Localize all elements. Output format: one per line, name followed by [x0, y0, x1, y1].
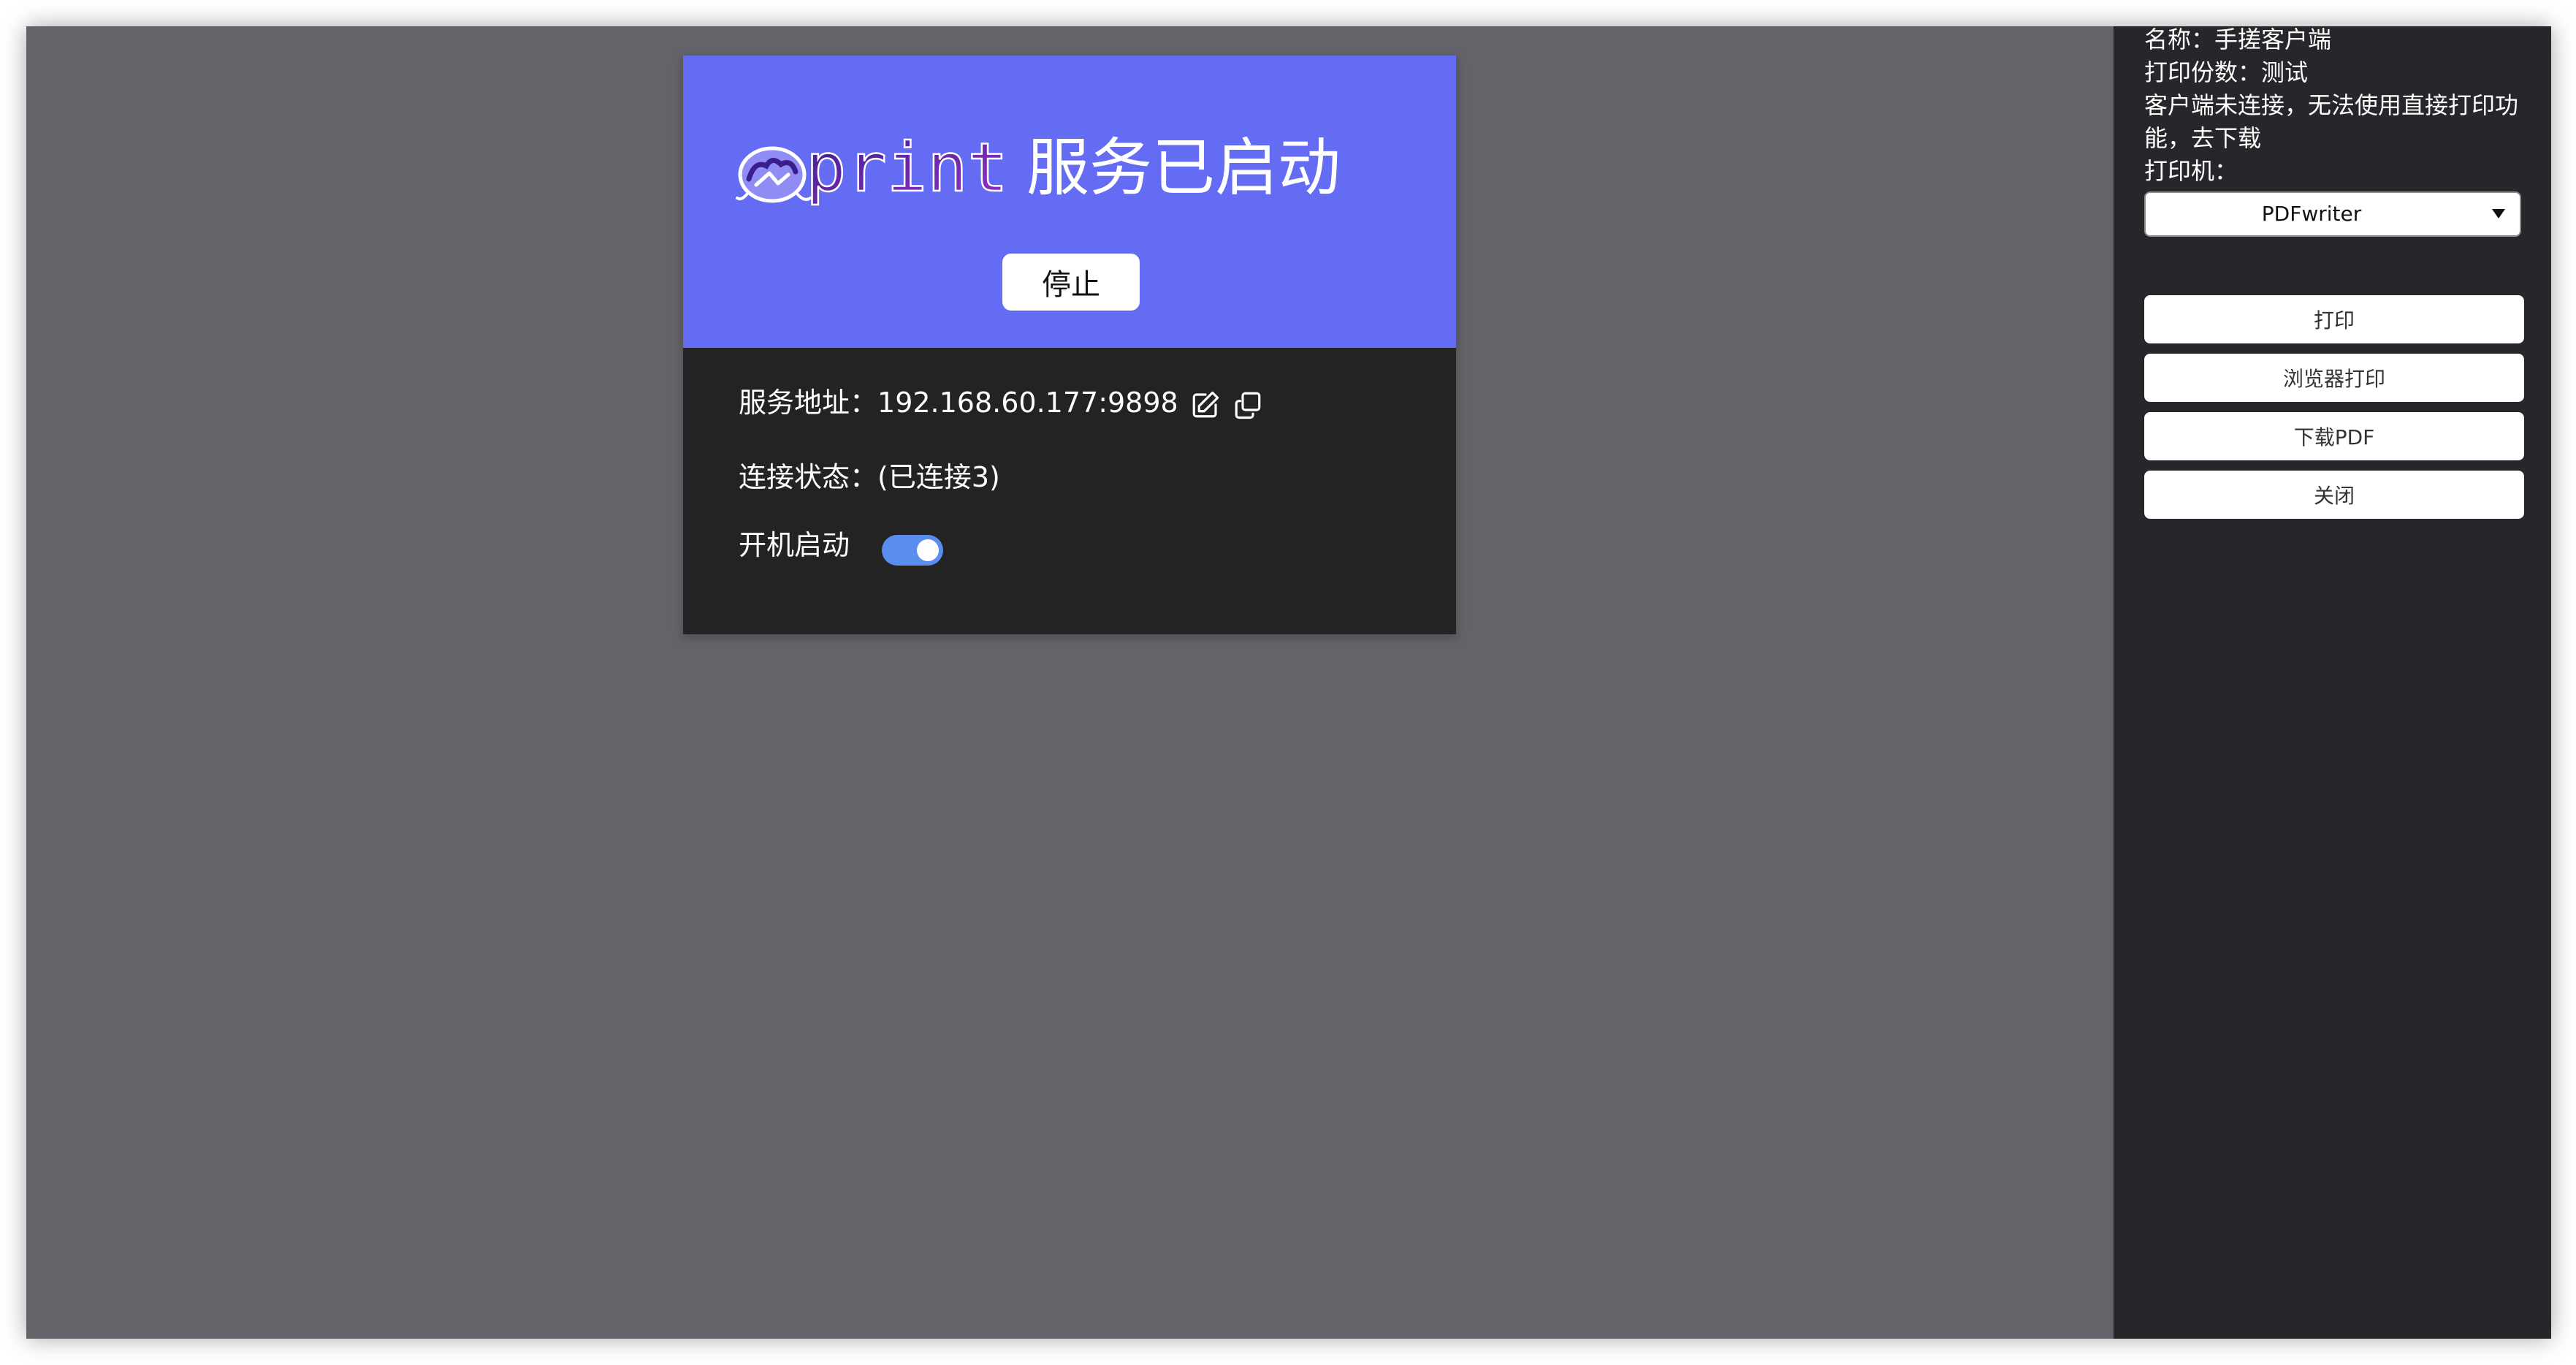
copy-icon[interactable]: [1232, 389, 1263, 420]
printer-select-value: PDFwriter: [2261, 202, 2362, 226]
browser-print-button[interactable]: 浏览器打印: [2144, 354, 2524, 402]
service-card: print 服务已启动 停止 服务地址：192.168.60.177:9898: [683, 56, 1456, 634]
autostart-toggle[interactable]: [882, 535, 943, 566]
service-address-label: 服务地址：: [739, 387, 878, 419]
eprint-logo-mark: [736, 146, 812, 203]
client-disconnected-notice: 客户端未连接，无法使用直接打印功能，去下载: [2144, 91, 2519, 152]
main-area: print 服务已启动 停止 服务地址：192.168.60.177:9898: [26, 26, 2114, 1339]
print-copies-text: 打印份数：测试: [2144, 58, 2309, 86]
printer-label: 打印机：: [2144, 157, 2238, 185]
edit-icon[interactable]: [1190, 389, 1221, 420]
printer-select[interactable]: PDFwriter: [2144, 191, 2521, 237]
service-card-body: 服务地址：192.168.60.177:9898 连接状态：(已连接3) 开机启…: [683, 348, 1456, 634]
service-card-header: print 服务已启动 停止: [683, 56, 1456, 348]
service-address-row: 服务地址：192.168.60.177:9898: [739, 381, 1178, 425]
autostart-toggle-knob: [917, 539, 939, 561]
connection-status-row: 连接状态：(已连接3): [739, 455, 1000, 499]
eprint-logo: print: [736, 128, 1009, 208]
eprint-logo-wordmark: print: [806, 129, 1008, 207]
autostart-label: 开机启动: [739, 529, 850, 561]
close-button[interactable]: 关闭: [2144, 471, 2524, 519]
caret-down-icon: [2492, 209, 2505, 218]
client-name-text: 名称：手搓客户端: [2144, 26, 2332, 53]
download-pdf-button[interactable]: 下载PDF: [2144, 412, 2524, 460]
print-button[interactable]: 打印: [2144, 295, 2524, 343]
connection-status-value: (已连接3): [877, 461, 1000, 493]
app-window: print 服务已启动 停止 服务地址：192.168.60.177:9898: [26, 26, 2551, 1339]
stop-service-button[interactable]: 停止: [1002, 254, 1140, 311]
service-status-headline: 服务已启动: [1026, 132, 1341, 205]
print-sidebar: 名称：手搓客户端 打印份数：测试 客户端未连接，无法使用直接打印功能，去下载 打…: [2114, 26, 2551, 1339]
service-address-value: 192.168.60.177:9898: [877, 387, 1178, 419]
connection-status-label: 连接状态：: [739, 461, 878, 493]
